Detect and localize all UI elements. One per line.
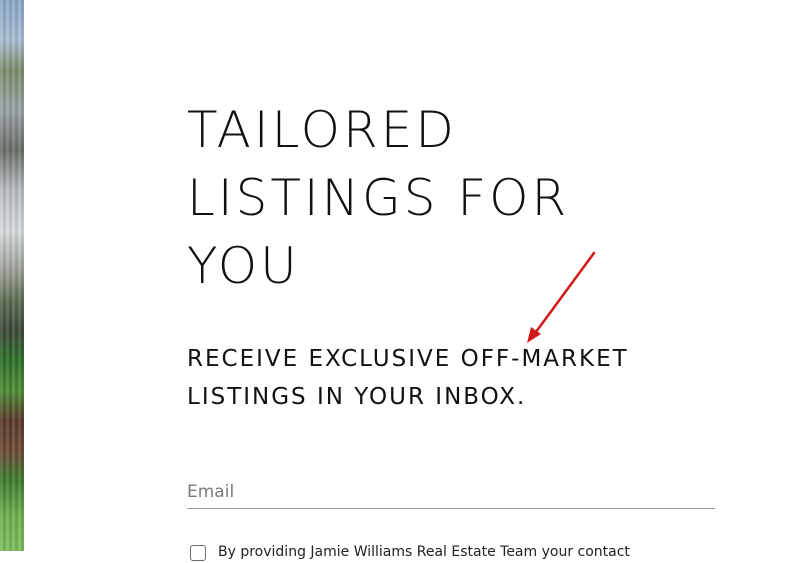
page-title: TAILORED LISTINGS FOR YOU [187, 101, 570, 295]
email-input[interactable] [187, 482, 715, 509]
signup-hero: TAILORED LISTINGS FOR YOU RECEIVE EXCLUS… [187, 96, 747, 416]
house-photo-edge [0, 0, 24, 551]
consent-checkbox[interactable] [190, 545, 206, 561]
page-subtitle: RECEIVE EXCLUSIVE OFF-MARKET LISTINGS IN… [187, 346, 629, 410]
consent-row: By providing Jamie Williams Real Estate … [190, 543, 750, 563]
consent-text: By providing Jamie Williams Real Estate … [218, 544, 630, 560]
email-field-wrapper [187, 482, 715, 509]
